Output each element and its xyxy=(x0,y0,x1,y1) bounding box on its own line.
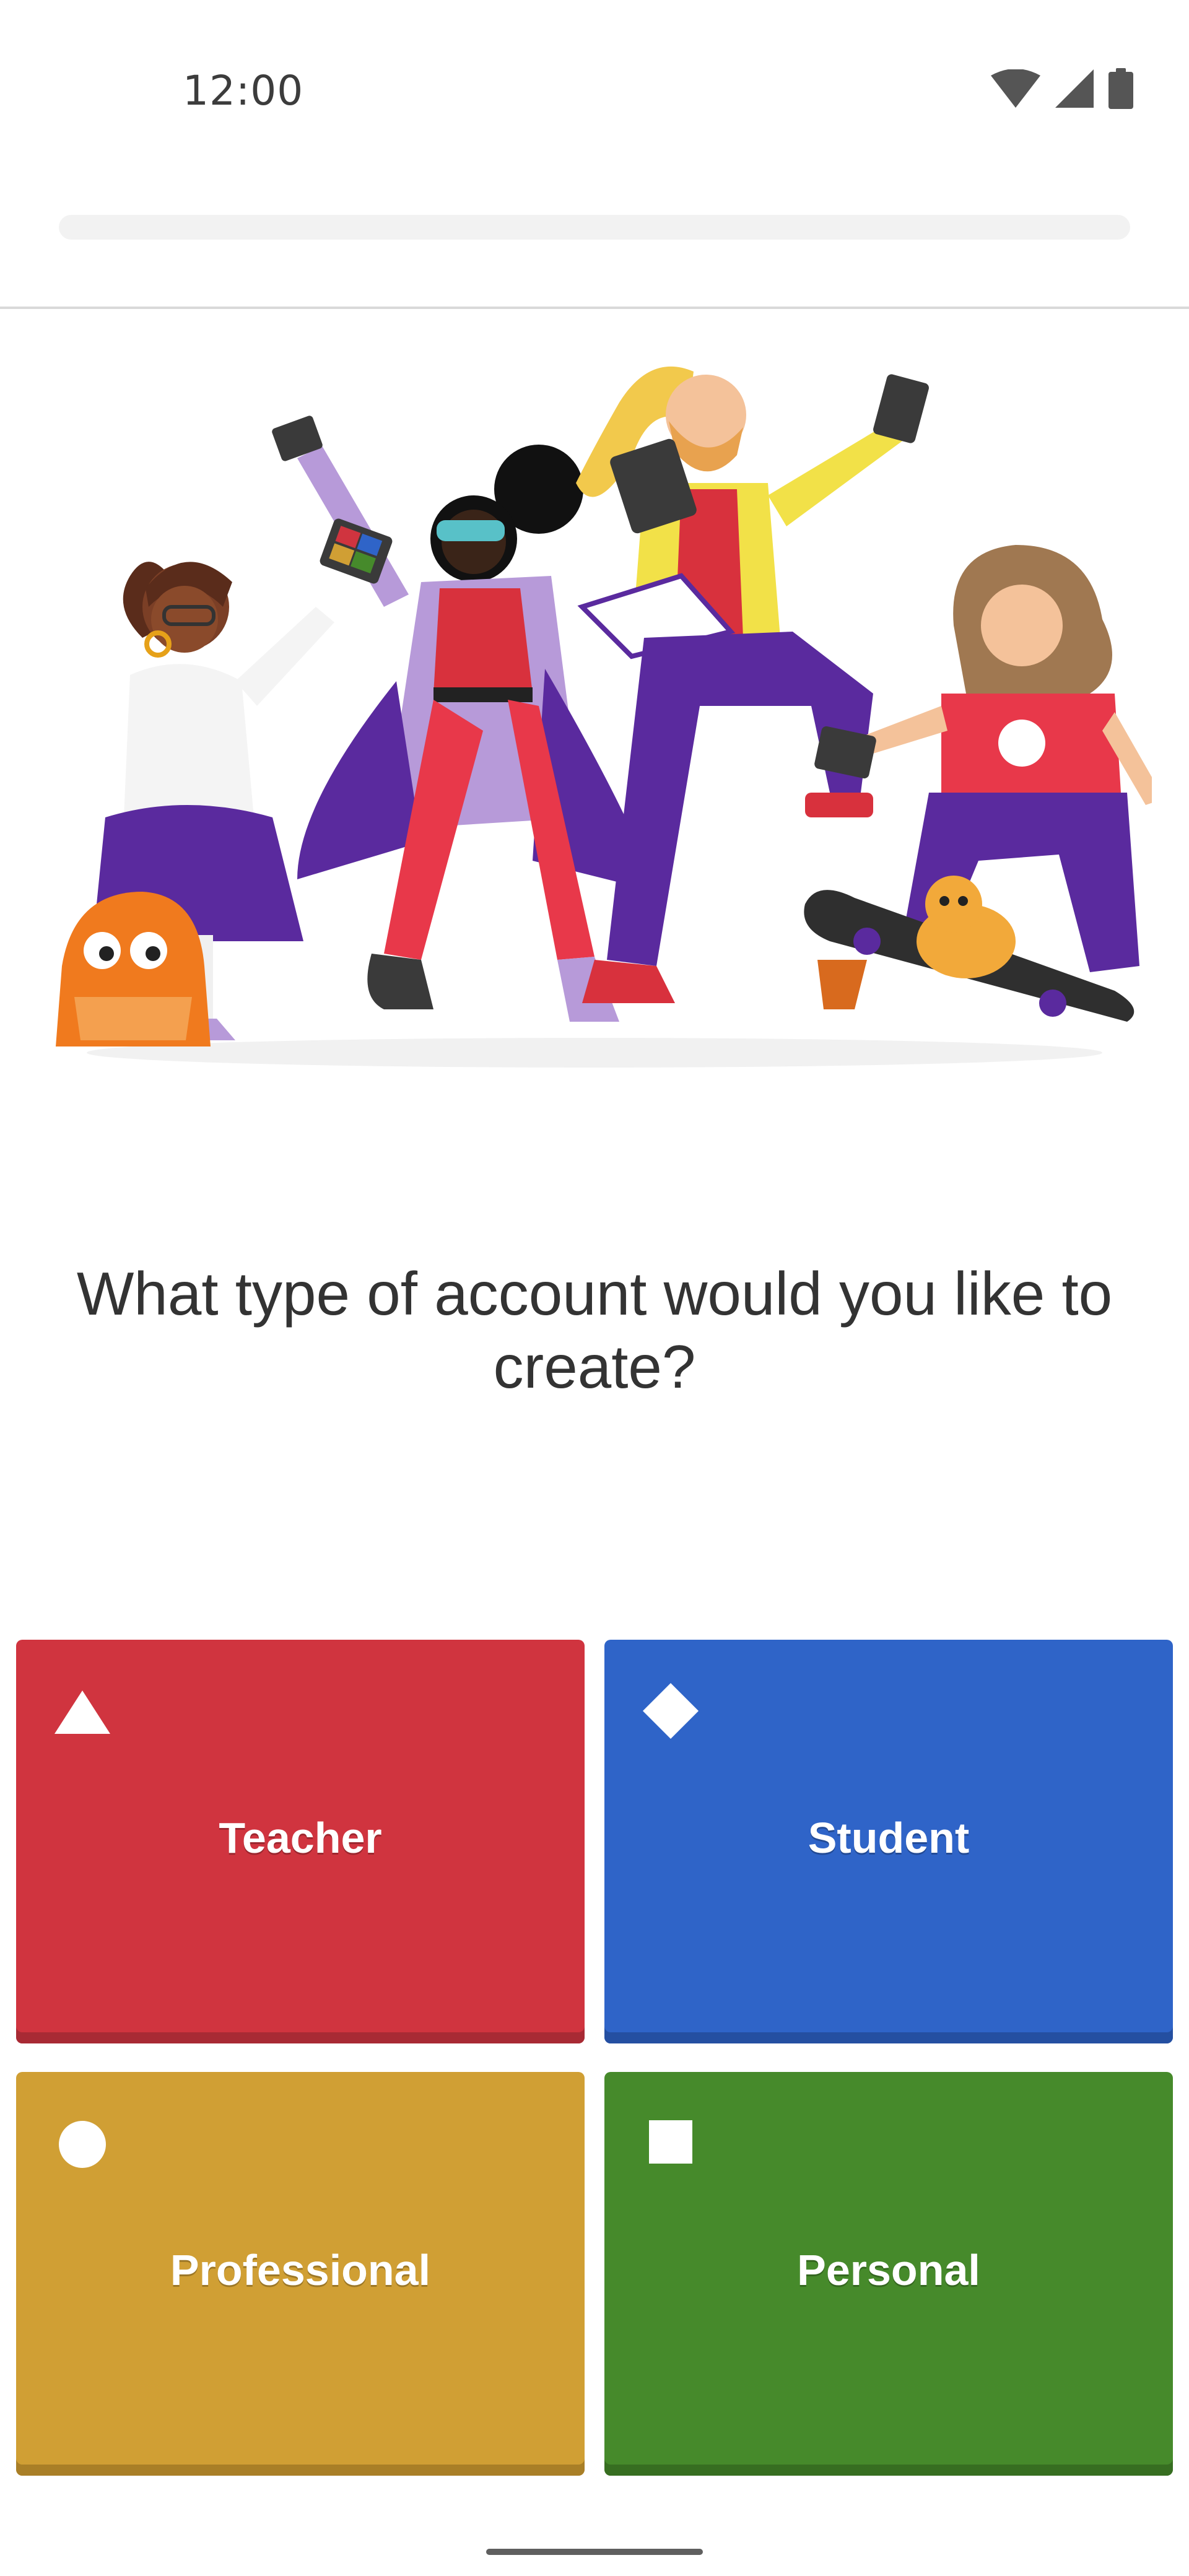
battery-icon xyxy=(1108,68,1133,109)
cell-signal-icon xyxy=(1055,69,1094,108)
personal-label: Personal xyxy=(797,2246,980,2294)
teacher-button[interactable]: Teacher xyxy=(16,1640,585,2043)
question-heading: What type of account would you like to c… xyxy=(76,1260,1113,1401)
header-divider xyxy=(0,307,1189,309)
characters-illustration xyxy=(56,366,1152,1068)
wifi-icon xyxy=(991,69,1040,108)
teacher-label: Teacher xyxy=(219,1814,382,1862)
triangle-icon xyxy=(54,1690,110,1734)
status-time: 12:00 xyxy=(183,67,304,115)
status-icons xyxy=(991,68,1133,109)
personal-button[interactable]: Personal xyxy=(604,2072,1173,2476)
student-button[interactable]: Student xyxy=(604,1640,1173,2043)
home-indicator[interactable] xyxy=(486,2549,703,2555)
circle-icon xyxy=(59,2121,106,2168)
status-bar: 12:00 xyxy=(0,0,1189,186)
professional-label: Professional xyxy=(170,2246,431,2294)
progress-bar xyxy=(59,215,1130,240)
student-label: Student xyxy=(808,1814,970,1862)
square-icon xyxy=(649,2120,692,2164)
diamond-icon xyxy=(643,1683,699,1739)
professional-button[interactable]: Professional xyxy=(16,2072,585,2476)
woman-character-illustration xyxy=(272,416,656,1022)
girl-character-illustration xyxy=(56,562,334,1046)
